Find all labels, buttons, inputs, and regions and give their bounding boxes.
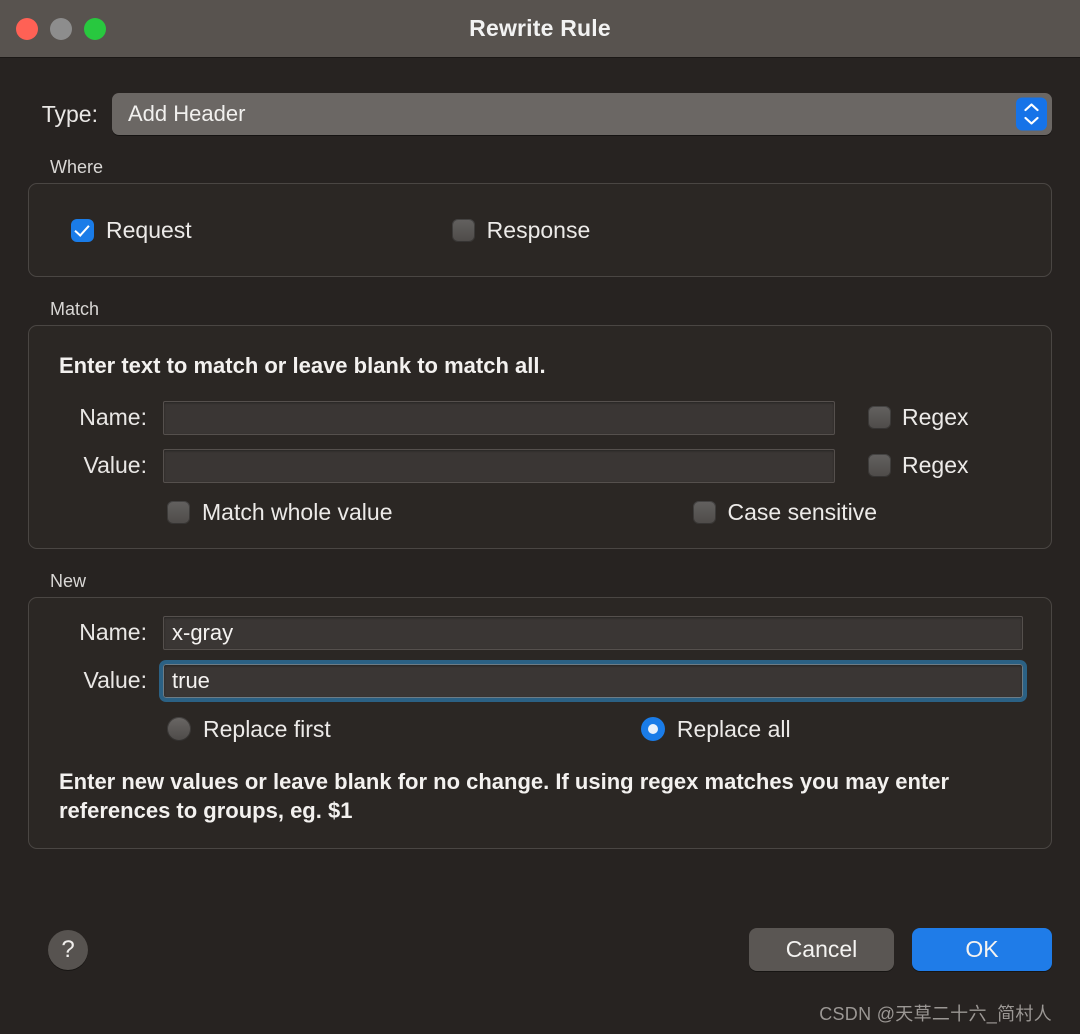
- match-value-label: Value:: [83, 452, 147, 479]
- checkbox-response-label: Response: [486, 216, 591, 243]
- checkbox-match-value-regex[interactable]: Regex: [868, 452, 968, 479]
- chevron-updown-icon[interactable]: [1016, 97, 1047, 131]
- checkbox-response[interactable]: Response: [451, 216, 591, 244]
- type-label: Type:: [41, 100, 98, 127]
- checkbox-request-label: Request: [106, 216, 192, 243]
- match-group: Match Enter text to match or leave blank…: [28, 299, 1052, 549]
- dialog-footer: ? Cancel OK CSDN @天草二十六_简村人: [0, 914, 1080, 1034]
- checkbox-match-name-regex-label: Regex: [902, 404, 969, 431]
- footer-buttons: Cancel OK: [749, 928, 1052, 971]
- dialog-content: Type: Add Header Where Request Response …: [0, 58, 1080, 850]
- match-value-row: Value: Regex: [57, 448, 1023, 483]
- where-group-box: Request Response: [28, 183, 1052, 277]
- new-value-row: Value: true: [57, 659, 1027, 702]
- checkbox-case-sensitive[interactable]: Case sensitive: [692, 498, 878, 526]
- new-group-box: Name: x-gray Value: true Replace first R…: [28, 596, 1052, 850]
- minimize-button[interactable]: [50, 17, 72, 40]
- window-controls: [16, 17, 106, 40]
- type-selected-value: Add Header: [128, 101, 246, 126]
- new-group: New Name: x-gray Value: true Replace fir…: [28, 570, 1052, 850]
- help-icon[interactable]: ?: [48, 930, 88, 970]
- new-group-label: New: [50, 570, 87, 591]
- match-name-input[interactable]: [163, 400, 835, 435]
- checkbox-match-name-regex-box[interactable]: [868, 406, 891, 430]
- radio-replace-all[interactable]: Replace all: [640, 715, 791, 743]
- new-name-row: Name: x-gray: [57, 615, 1023, 650]
- match-name-label: Name:: [79, 404, 147, 431]
- where-group: Where Request Response: [28, 157, 1052, 277]
- radio-replace-first-dot[interactable]: [167, 717, 191, 742]
- type-popup-button[interactable]: Add Header: [112, 93, 1052, 135]
- radio-replace-all-label: Replace all: [676, 715, 791, 742]
- checkbox-match-whole-value-label: Match whole value: [202, 498, 393, 525]
- match-suboptions-row: Match whole value Case sensitive: [167, 499, 1023, 526]
- new-value-input[interactable]: true: [159, 659, 1027, 702]
- window-title: Rewrite Rule: [469, 15, 611, 41]
- checkbox-match-value-regex-box[interactable]: [868, 454, 891, 478]
- replace-mode-row: Replace first Replace all: [167, 716, 1023, 743]
- close-button[interactable]: [16, 17, 38, 40]
- radio-replace-first[interactable]: Replace first: [167, 716, 331, 743]
- new-name-label: Name:: [79, 619, 147, 646]
- checkbox-match-whole-value[interactable]: Match whole value: [167, 499, 393, 526]
- match-group-box: Enter text to match or leave blank to ma…: [28, 325, 1052, 549]
- radio-replace-first-label: Replace first: [203, 715, 331, 742]
- type-row: Type: Add Header: [28, 93, 1052, 135]
- checkbox-case-sensitive-box[interactable]: [692, 500, 716, 524]
- title-bar: Rewrite Rule: [0, 0, 1080, 58]
- checkbox-request[interactable]: Request: [71, 217, 192, 244]
- checkbox-match-value-regex-label: Regex: [902, 452, 969, 479]
- new-hint-text: Enter new values or leave blank for no c…: [59, 768, 950, 824]
- ok-button[interactable]: OK: [912, 928, 1052, 971]
- cancel-button[interactable]: Cancel: [749, 928, 894, 971]
- new-name-input[interactable]: x-gray: [163, 615, 1023, 650]
- watermark: CSDN @天草二十六_简村人: [819, 1004, 1052, 1024]
- match-group-label: Match: [50, 299, 100, 319]
- checkbox-match-whole-value-box[interactable]: [167, 500, 190, 524]
- rewrite-rule-dialog: Rewrite Rule Type: Add Header Where Requ: [0, 0, 1080, 1034]
- where-group-label: Where: [50, 157, 104, 177]
- match-name-row: Name: Regex: [57, 400, 1023, 435]
- match-value-input[interactable]: [163, 448, 835, 483]
- new-value-label: Value:: [83, 667, 147, 694]
- zoom-button[interactable]: [84, 17, 106, 40]
- checkbox-request-box[interactable]: [71, 218, 94, 242]
- checkbox-response-box[interactable]: [451, 218, 475, 242]
- radio-replace-all-dot[interactable]: [640, 717, 665, 742]
- match-hint-text: Enter text to match or leave blank to ma…: [59, 353, 546, 378]
- where-options-row: Request Response: [57, 202, 1023, 258]
- checkbox-match-name-regex[interactable]: Regex: [868, 404, 968, 431]
- checkbox-case-sensitive-label: Case sensitive: [727, 498, 878, 525]
